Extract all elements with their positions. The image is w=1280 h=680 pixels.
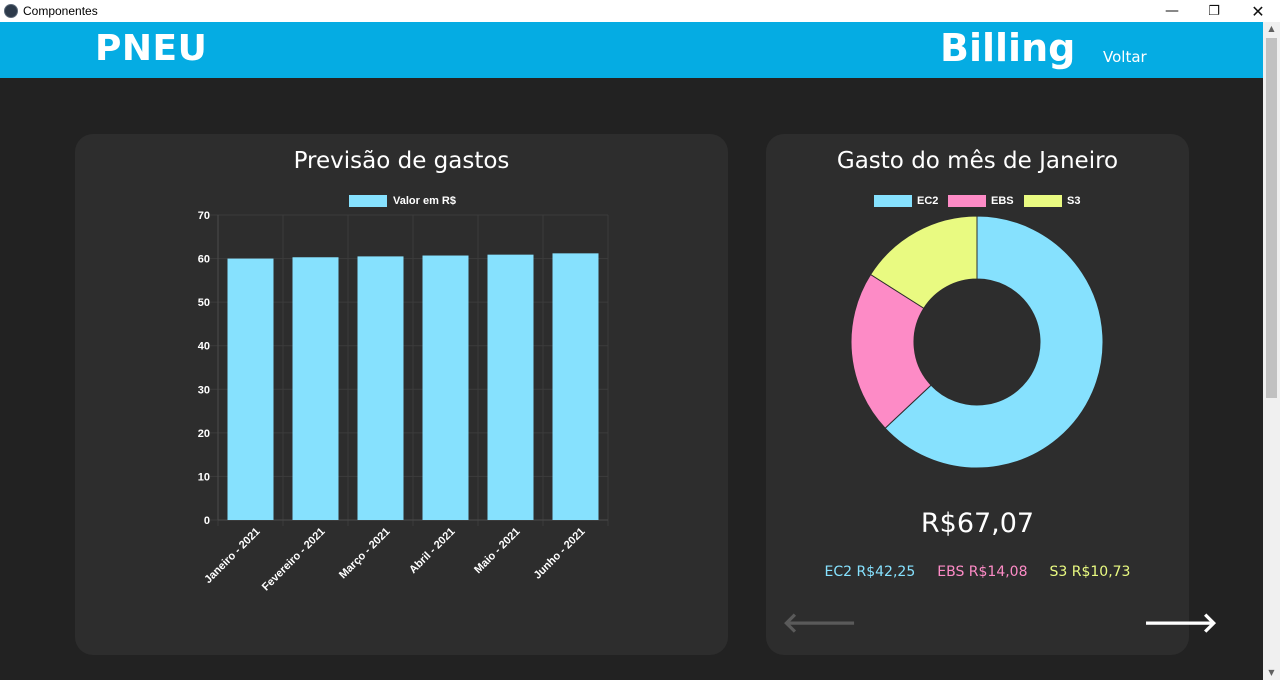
legend-label: S3 (1067, 195, 1080, 207)
legend-item-ec2: EC2 (874, 195, 938, 207)
forecast-card: Previsão de gastos Valor em R$ 0 10 20 30 40 5… (75, 134, 728, 655)
legend-label: EC2 (917, 195, 938, 207)
y-tick-label: 50 (198, 297, 210, 309)
legend-label: Valor em R$ (393, 195, 456, 207)
forecast-bar-chart: Valor em R$ 0 10 20 30 40 50 60 70 Janeiro - 2021… (198, 195, 609, 594)
chart-legend: Valor em R$ (349, 195, 456, 207)
y-tick-label: 70 (198, 210, 210, 222)
scrollbar-thumb[interactable] (1266, 38, 1277, 398)
x-tick-label: Maio - 2021 (472, 526, 522, 576)
total-amount: R$67,07 (920, 508, 1035, 539)
arrow-right-icon[interactable]: 🡒 (1143, 608, 1218, 638)
legend-item-s3: S3 (1024, 195, 1080, 207)
legend-item-ebs: EBS (948, 195, 1014, 207)
legend-swatch (874, 195, 912, 207)
bar (422, 255, 469, 520)
cost-breakdown: EC2 R$42,25 EBS R$14,08 S3 R$10,73 (766, 564, 1189, 580)
app-icon (4, 4, 18, 18)
brand-logo: PNEU (95, 28, 208, 69)
breakdown-s3: S3 R$10,73 (1049, 564, 1131, 580)
scroll-down-icon[interactable]: ▼ (1263, 666, 1280, 680)
x-tick-label: Abril - 2021 (407, 526, 457, 576)
bar (357, 256, 404, 520)
month-donut-chart: EC2 EBS S3 (850, 195, 1104, 469)
back-link[interactable]: Voltar (1103, 48, 1147, 66)
y-tick-label: 40 (198, 341, 210, 353)
y-tick-label: 10 (198, 471, 210, 483)
breakdown-ec2: EC2 R$42,25 (824, 564, 916, 580)
close-button[interactable]: ✕ (1236, 0, 1280, 22)
legend-label: EBS (991, 195, 1014, 207)
y-tick-label: 20 (198, 428, 210, 440)
x-tick-label: Janeiro - 2021 (202, 526, 262, 586)
window-titlebar: Componentes — ❐ ✕ (0, 0, 1280, 22)
legend-swatch (1024, 195, 1062, 207)
y-tick-label: 60 (198, 254, 210, 266)
bar (552, 253, 599, 520)
bar (227, 258, 274, 520)
bar (292, 257, 339, 520)
bar (487, 254, 534, 520)
x-tick-label: Fevereiro - 2021 (260, 526, 328, 594)
legend-swatch (349, 195, 387, 207)
restore-button[interactable]: ❐ (1192, 0, 1236, 22)
minimize-button[interactable]: — (1150, 0, 1194, 22)
app-header: PNEU Billing Voltar (0, 22, 1263, 78)
x-tick-label: Março - 2021 (337, 526, 393, 582)
breakdown-ebs: EBS R$14,08 (937, 564, 1028, 580)
arrow-left-icon[interactable]: 🡐 (782, 608, 857, 638)
window-title: Componentes (23, 4, 98, 18)
month-card: Gasto do mês de Janeiro EC2 EBS S3 R$67,07… (766, 134, 1218, 655)
y-tick-label: 30 (198, 384, 210, 396)
legend-swatch (948, 195, 986, 207)
x-tick-label: Junho - 2021 (532, 526, 588, 582)
y-tick-label: 0 (204, 515, 210, 527)
page-title: Billing (940, 26, 1076, 70)
scroll-up-icon[interactable]: ▲ (1263, 22, 1280, 36)
vertical-scrollbar[interactable]: ▲ ▼ (1263, 22, 1280, 680)
